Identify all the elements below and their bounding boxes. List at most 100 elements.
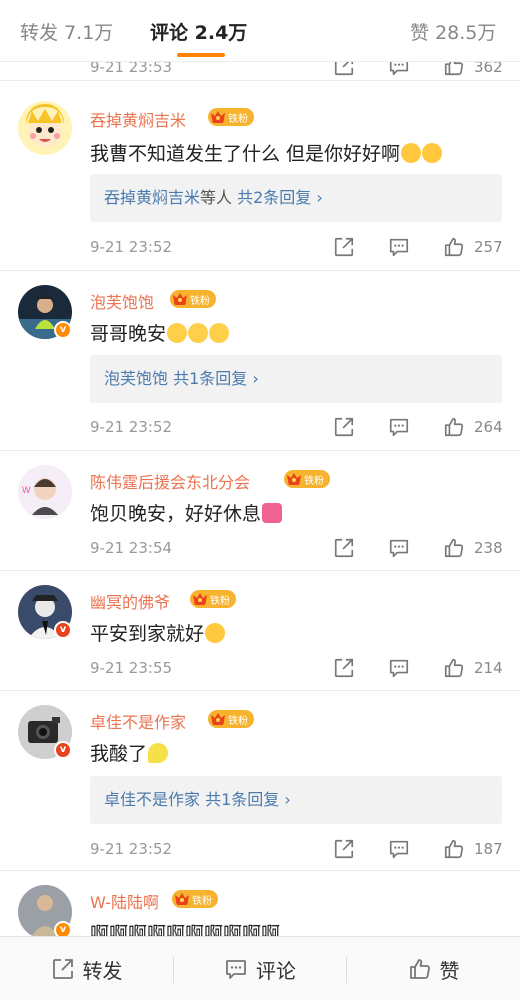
reply-summary[interactable]: 吞掉黄焖吉米等人 共2条回复 ›	[90, 174, 502, 222]
svg-text:W: W	[22, 485, 31, 495]
tab-repost-count: 7.1万	[64, 22, 114, 44]
reply-author[interactable]: 吞掉黄焖吉米	[104, 188, 200, 207]
comment-tabs: 转发 7.1万 评论 2.4万 赞 28.5万	[0, 0, 520, 62]
verified-badge-icon: v	[54, 921, 72, 936]
comment-text-content: 啊啊啊啊啊啊啊啊啊啊	[90, 923, 281, 936]
comment-time: 9-21 23:52	[90, 418, 173, 436]
reply-summary[interactable]: 卓佳不是作家 共1条回复 ›	[90, 776, 502, 824]
like-icon[interactable]	[443, 657, 465, 679]
share-icon[interactable]	[333, 657, 355, 679]
sleepy-emoji-icon	[209, 323, 230, 343]
share-icon[interactable]	[333, 537, 355, 559]
sleepy-emoji-icon	[167, 323, 188, 343]
repost-button-label: 转发	[82, 958, 123, 983]
username[interactable]: W-陆陆啊	[90, 889, 159, 913]
tab-comment-count: 2.4万	[194, 22, 248, 44]
comment-text-content: 饱贝晚安，好好休息	[90, 503, 262, 525]
username[interactable]: 幽冥的佛爷	[90, 589, 170, 613]
comment-icon[interactable]	[388, 838, 410, 860]
share-icon[interactable]	[333, 236, 355, 258]
comment-icon[interactable]	[388, 416, 410, 438]
tab-comment[interactable]: 评论 2.4万	[150, 18, 247, 45]
comment-item: v 泡芙饱饱 铁粉 哥哥晚安 泡芙饱饱 共1条回复 › 9-21 23:52 2…	[0, 270, 520, 450]
like-icon[interactable]	[443, 838, 465, 860]
comment-text: 平安到家就好	[90, 619, 226, 646]
comment-icon[interactable]	[388, 236, 410, 258]
fan-badge: 铁粉	[172, 890, 218, 908]
comment-time: 9-21 23:55	[90, 659, 173, 677]
share-icon[interactable]	[333, 838, 355, 860]
reply-summary[interactable]: 泡芙饱饱 共1条回复 ›	[90, 355, 502, 403]
crown-icon	[286, 472, 302, 486]
fan-badge-label: 铁粉	[210, 595, 230, 607]
share-icon[interactable]	[333, 416, 355, 438]
bottom-action-bar: 转发 评论 赞	[0, 936, 520, 1000]
comment-text: 我曹不知道发生了什么 但是你好好啊	[90, 139, 443, 166]
active-tab-indicator	[177, 53, 225, 57]
comment-icon[interactable]	[388, 537, 410, 559]
username[interactable]: 吞掉黄焖吉米	[90, 107, 186, 131]
fan-badge-label: 铁粉	[228, 715, 248, 727]
tab-repost-label: 转发	[20, 22, 59, 44]
comment-text-content: 哥哥晚安	[90, 323, 167, 345]
username[interactable]: 泡芙饱饱	[90, 289, 154, 313]
avatar[interactable]	[18, 101, 72, 155]
fan-badge: 铁粉	[208, 108, 254, 126]
comment-button[interactable]: 评论	[174, 937, 346, 1000]
repost-button[interactable]: 转发	[0, 937, 173, 1000]
like-count: 187	[474, 840, 503, 858]
fan-badge-label: 铁粉	[304, 475, 324, 487]
comment-text: 啊啊啊啊啊啊啊啊啊啊	[90, 919, 280, 936]
comment-icon[interactable]	[388, 657, 410, 679]
crown-icon	[174, 892, 190, 906]
comment-text: 饱贝晚安，好好休息	[90, 499, 283, 526]
share-icon	[51, 957, 75, 981]
lemon-emoji-icon	[148, 743, 169, 763]
like-icon[interactable]	[443, 537, 465, 559]
username[interactable]: 卓佳不是作家	[90, 709, 186, 733]
comment-item: 吞掉黄焖吉米 铁粉 我曹不知道发生了什么 但是你好好啊 吞掉黄焖吉米等人 共2条…	[0, 80, 520, 270]
tab-like[interactable]: 赞 28.5万	[410, 18, 496, 45]
like-icon[interactable]	[443, 236, 465, 258]
heart-emoji-icon	[262, 503, 283, 523]
fan-badge: 铁粉	[208, 710, 254, 728]
crown-icon	[192, 592, 208, 606]
reply-count-link[interactable]: 共1条回复 ›	[173, 369, 259, 388]
reply-count-link[interactable]: 共1条回复 ›	[205, 790, 291, 809]
comment-icon	[224, 957, 248, 981]
verified-badge-icon: v	[54, 621, 72, 639]
avatar[interactable]: W	[18, 465, 72, 519]
comment-text-content: 平安到家就好	[90, 623, 205, 645]
comment-item: v 卓佳不是作家 铁粉 我酸了 卓佳不是作家 共1条回复 › 9-21 23:5…	[0, 690, 520, 870]
like-count: 214	[474, 659, 503, 677]
tab-like-label: 赞	[410, 22, 430, 44]
comment-text: 我酸了	[90, 739, 169, 766]
crying-emoji-icon	[401, 143, 422, 163]
reply-author[interactable]: 卓佳不是作家	[104, 790, 200, 809]
comment-text-content: 我曹不知道发生了什么 但是你好好啊	[90, 143, 401, 165]
verified-badge-icon: v	[54, 741, 72, 759]
like-count: 238	[474, 539, 503, 557]
comment-feed[interactable]: 9-21 23:53 362 吞掉黄焖吉米 铁粉 我曹不知道发生了什么 但是你好…	[0, 0, 520, 936]
fan-badge: 铁粉	[190, 590, 236, 608]
fan-badge-label: 铁粉	[192, 895, 212, 907]
fan-badge-label: 铁粉	[190, 295, 210, 307]
avatar-image: W	[18, 465, 72, 519]
tab-comment-label: 评论	[150, 22, 189, 44]
comment-time: 9-21 23:54	[90, 539, 173, 557]
reply-author[interactable]: 泡芙饱饱	[104, 369, 168, 388]
crying-emoji-icon	[422, 143, 443, 163]
username[interactable]: 陈伟霆后援会东北分会	[90, 469, 250, 493]
tab-repost[interactable]: 转发 7.1万	[20, 18, 113, 45]
reply-count-link[interactable]: 共2条回复 ›	[237, 188, 323, 207]
reply-connector: 等人	[200, 188, 233, 207]
like-count: 264	[474, 418, 503, 436]
like-icon[interactable]	[443, 416, 465, 438]
crown-icon	[210, 712, 226, 726]
fan-badge: 铁粉	[170, 290, 216, 308]
like-button[interactable]: 赞	[347, 937, 520, 1000]
fan-badge-label: 铁粉	[228, 113, 248, 125]
comment-text: 哥哥晚安	[90, 319, 230, 346]
fan-badge: 铁粉	[284, 470, 330, 488]
crown-icon	[210, 110, 226, 124]
